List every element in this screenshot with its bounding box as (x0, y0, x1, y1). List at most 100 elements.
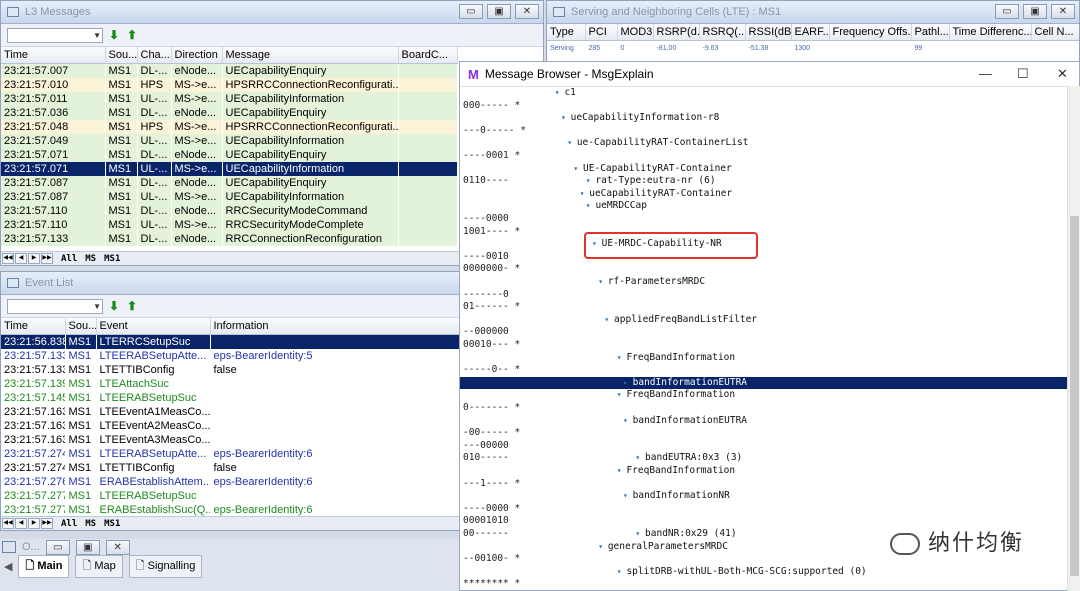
tree-node[interactable]: ▾ rat-Type:eutra-nr (6) (586, 175, 716, 187)
maximize-button[interactable]: ▣ (75, 539, 100, 555)
column-header[interactable]: RSRQ(... (699, 24, 746, 41)
column-header[interactable]: Event (96, 318, 211, 335)
table-row[interactable]: 23:21:57.007 MS1 DL-... eNode... UECapabilit… (1, 63, 457, 78)
tree-node[interactable]: ▾ c1 (555, 87, 576, 99)
column-header[interactable]: Pathl... (911, 24, 950, 41)
column-header[interactable]: Time Differenc... (949, 24, 1032, 41)
tree-line[interactable]: 010----- ▾ bandEUTRA:0x3 (3) (460, 452, 1067, 464)
tree-line[interactable]: ▾ bandInformationEUTRA (460, 415, 1067, 427)
collapse-icon[interactable]: ▾ (598, 277, 608, 286)
tree-node[interactable]: ▸ bandInformationEUTRA (623, 377, 747, 389)
collapse-icon[interactable]: ▾ (561, 113, 571, 122)
column-header[interactable]: Sou... (65, 318, 97, 335)
tree-node[interactable]: ▾ bandEUTRA:0x3 (3) (635, 452, 742, 464)
tree-line[interactable]: ▾ ue-CapabilityRAT-ContainerList (460, 137, 1067, 149)
last-page-button[interactable]: ▶▶ (41, 518, 53, 529)
tree-line[interactable]: ▾ ueCapabilityRAT-Container (460, 188, 1067, 200)
tree-line[interactable]: ▾ FreqBandInformation (460, 465, 1067, 477)
tab-ms[interactable]: MS (85, 519, 96, 529)
tree-node[interactable]: ▾ splitDRB-withUL-Both-MCG-SCG:supported… (617, 566, 867, 578)
next-page-button[interactable]: ▶ (28, 518, 40, 529)
tree-line[interactable]: ▾ c1 (460, 87, 1067, 99)
tab-signalling[interactable]: 🗋 Signalling (128, 554, 203, 578)
tree-line[interactable]: 0110---- ▾ rat-Type:eutra-nr (6) (460, 175, 1067, 187)
column-header[interactable]: Cha... (137, 47, 172, 64)
collapse-icon[interactable]: ▾ (580, 189, 590, 198)
column-header[interactable]: Frequency Offs... (829, 24, 912, 41)
tree-line[interactable]: ▾ FreqBandInformation (460, 352, 1067, 364)
table-row[interactable]: 23:21:57.276 MS1 ERABEstablishAttem... eps-… (1, 475, 459, 489)
tab-map[interactable]: 🗋 Map (75, 554, 123, 578)
collapse-icon[interactable]: ▾ (573, 164, 583, 173)
scrollbar-thumb[interactable] (1070, 216, 1079, 576)
tree-node[interactable]: ▾ ueMRDCCap (586, 200, 647, 212)
table-row[interactable]: 23:21:57.163 MS1 LTEEventA3MeasCo... (1, 433, 459, 447)
tree-line[interactable]: 0000000- * (460, 263, 1067, 275)
collapse-icon[interactable]: ▾ (586, 201, 596, 210)
tree-line[interactable]: ▾ bandInformationNR (460, 490, 1067, 502)
column-header[interactable]: Time (1, 318, 66, 335)
tree-line[interactable]: -00----- * (460, 427, 1067, 439)
table-row[interactable]: 23:21:57.274 MS1 LTEERABSetupAtte... eps-Be… (1, 447, 459, 461)
tree-node[interactable]: ▾ FreqBandInformation (617, 465, 735, 477)
scroll-left-icon[interactable]: ◀ (4, 560, 12, 573)
minimize-button[interactable]: ▭ (459, 4, 483, 19)
tree-line[interactable]: ▾ rf-ParametersMRDC (460, 276, 1067, 288)
collapse-icon[interactable]: ▾ (617, 390, 627, 399)
collapse-icon[interactable]: ▾ (586, 176, 596, 185)
table-row[interactable]: 23:21:57.277 MS1 LTEERABSetupSuc (1, 489, 459, 503)
tree-line[interactable]: ----0010 (460, 251, 1067, 263)
close-button[interactable]: ✕ (1051, 4, 1075, 19)
tree-line[interactable]: 1001---- * (460, 226, 1067, 238)
column-header[interactable]: Sou... (105, 47, 138, 64)
collapse-icon[interactable]: ▾ (635, 453, 645, 462)
collapse-icon[interactable]: ▾ (617, 353, 627, 362)
last-page-button[interactable]: ▶▶ (41, 253, 53, 264)
column-header[interactable]: Message (222, 47, 399, 64)
tree-line[interactable]: ▸ bandInformationEUTRA (460, 376, 1067, 389)
tree-line[interactable]: -----0-- * (460, 364, 1067, 376)
tree-line[interactable]: --000000 (460, 326, 1067, 338)
events-titlebar[interactable]: Event List (1, 272, 459, 295)
table-row[interactable]: 23:21:57.277 MS1 ERABEstablishSuc(Q... eps-… (1, 503, 459, 517)
table-row[interactable]: 23:21:57.071 MS1 DL-... eNode... UECapabilit… (1, 148, 457, 162)
tree-node[interactable]: ▾ bandInformationNR (623, 490, 730, 502)
minimize-button[interactable]: ▭ (995, 4, 1019, 19)
tree-line[interactable]: ▾ appliedFreqBandListFilter (460, 314, 1067, 326)
tree-node[interactable]: ▾ appliedFreqBandListFilter (604, 314, 757, 326)
tab-ms[interactable]: MS (85, 254, 96, 264)
column-header[interactable]: Direction (171, 47, 223, 64)
browser-titlebar[interactable]: M Message Browser - MsgExplain — ☐ ✕ (460, 62, 1079, 87)
collapse-icon[interactable]: ▾ (623, 491, 633, 500)
expand-icon[interactable]: ▸ (623, 378, 633, 387)
column-header[interactable]: Information (210, 318, 459, 335)
tree-node[interactable]: ▾ bandInformationEUTRA (623, 415, 747, 427)
tree-line[interactable]: ----0000 * (460, 503, 1067, 515)
collapse-icon[interactable]: ▾ (598, 542, 608, 551)
arrow-up-icon[interactable]: ⬆ (127, 300, 139, 312)
maximize-button[interactable]: ▣ (487, 4, 511, 19)
l3-filter-combo[interactable]: ▼ (7, 27, 103, 43)
tree-node[interactable]: ▾ bandNR:0x29 (41) (635, 528, 736, 540)
tree-line[interactable]: -------0 (460, 289, 1067, 301)
column-header[interactable]: Time (1, 47, 106, 64)
table-row[interactable]: 23:21:57.110 MS1 DL-... eNode... RRCSecurity… (1, 204, 457, 218)
table-row[interactable]: 23:21:57.048 MS1 HPS MS->e... HPSRRCConnecti… (1, 120, 457, 134)
events-filter-combo[interactable]: ▼ (7, 298, 103, 314)
column-header[interactable]: RSRP(d... (653, 24, 700, 41)
tree-node[interactable]: ▾ FreqBandInformation (617, 389, 735, 401)
table-row[interactable]: 23:21:57.036 MS1 DL-... eNode... UECapabilit… (1, 106, 457, 120)
column-header[interactable]: Type (547, 24, 586, 41)
tree-line[interactable]: ▾ ueCapabilityInformation-r8 (460, 112, 1067, 124)
tree-node[interactable]: ▾ ue-CapabilityRAT-ContainerList (567, 137, 748, 149)
tree-line[interactable]: ---0----- * (460, 125, 1067, 137)
arrow-down-icon[interactable]: ⬇ (109, 29, 121, 41)
column-header[interactable]: MOD3 (617, 24, 654, 41)
column-header[interactable]: PCI (585, 24, 618, 41)
tab-main[interactable]: 🗋 Main (18, 554, 70, 578)
vertical-scrollbar[interactable] (1067, 86, 1080, 591)
collapse-icon[interactable]: ▾ (635, 529, 645, 538)
tree-line[interactable]: ▾ FreqBandInformation (460, 389, 1067, 401)
tree-node[interactable]: ▾ UE-CapabilityRAT-Container (573, 163, 731, 175)
tree-node[interactable]: ▾ generalParametersMRDC (598, 541, 728, 553)
